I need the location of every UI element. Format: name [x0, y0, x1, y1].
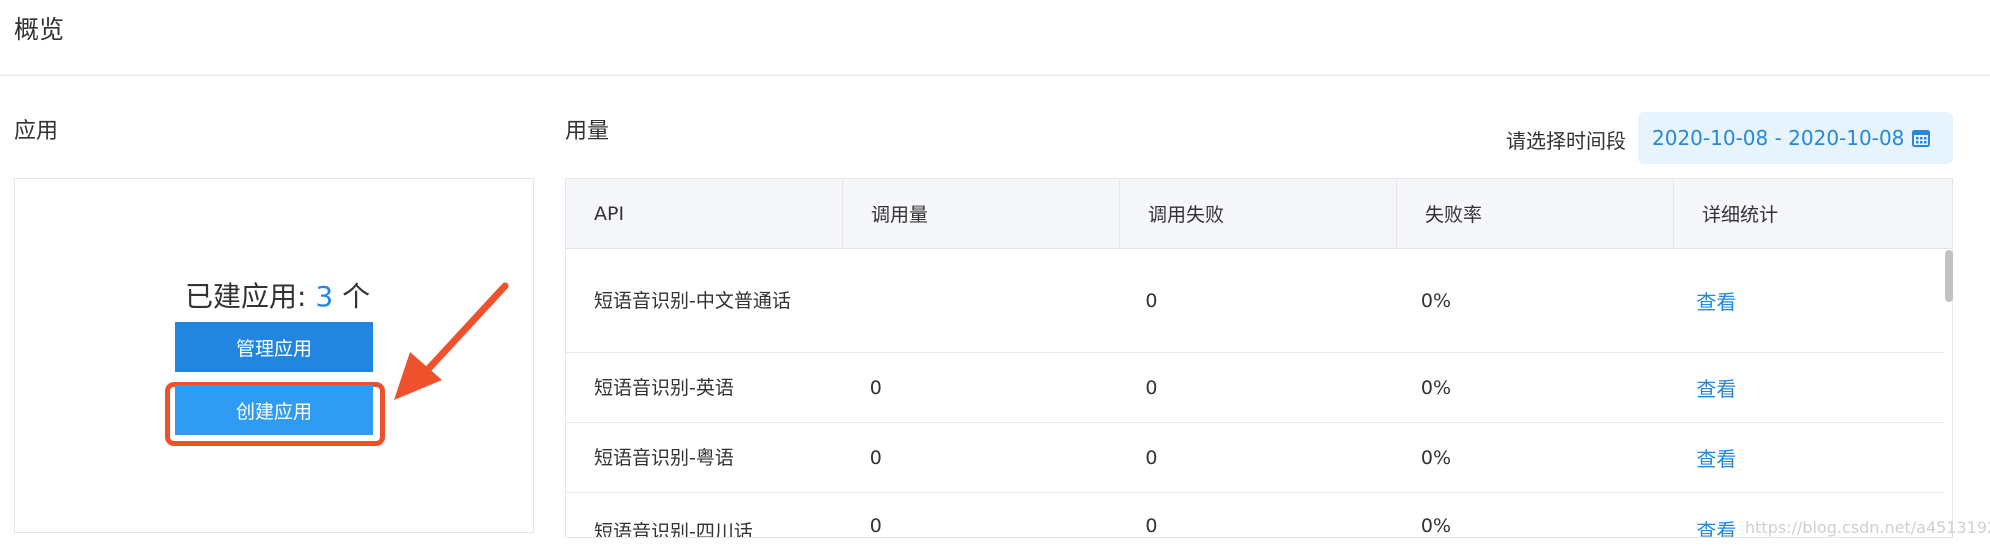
- header-divider: [0, 75, 1990, 76]
- api-name-cell: 短语音识别-中文普通话: [594, 289, 791, 312]
- rate-cell: 0%: [1420, 515, 1452, 537]
- column-header-api: API: [566, 179, 843, 248]
- calendar-icon: [1912, 130, 1931, 147]
- failed-cell: 0: [1145, 289, 1158, 312]
- failed-cell: 0: [1145, 515, 1158, 537]
- rate-cell: 0%: [1420, 376, 1452, 399]
- calls-cell: [842, 249, 1118, 352]
- watermark: https://blog.csdn.net/a451319296: [1745, 518, 1990, 537]
- calls-cell: 0: [869, 515, 882, 537]
- table-row: 短语音识别-英语 0 0 0% 查看: [566, 353, 1944, 423]
- app-count-value: 3: [315, 280, 334, 313]
- table-row: 短语音识别-粤语 0 0 0% 查看: [566, 423, 1944, 493]
- app-count-label: 已建应用:: [185, 280, 307, 313]
- column-header-failed: 调用失败: [1120, 179, 1397, 248]
- date-range-label: 请选择时间段: [1506, 129, 1626, 153]
- calls-cell: 0: [869, 446, 882, 469]
- app-count: 已建应用: 3 个: [185, 275, 370, 315]
- app-count-unit: 个: [342, 280, 371, 313]
- apps-section-title: 应用: [14, 119, 59, 144]
- column-header-detail: 详细统计: [1702, 204, 1779, 226]
- date-range-value: 2020-10-08 - 2020-10-08: [1652, 126, 1905, 150]
- page-title: 概览: [14, 15, 65, 44]
- api-name-cell: 短语音识别-英语: [594, 376, 734, 399]
- annotation-arrow-icon: [394, 282, 509, 400]
- column-header-rate: 失败率: [1397, 179, 1674, 248]
- calls-cell: 0: [869, 376, 882, 399]
- table-header: API 调用量 调用失败 失败率 详细统计: [566, 179, 1952, 249]
- date-range-picker[interactable]: 2020-10-08 - 2020-10-08: [1638, 112, 1953, 164]
- create-app-button[interactable]: 创建应用: [175, 385, 373, 435]
- column-header-calls: 调用量: [843, 179, 1120, 248]
- api-name-cell: 短语音识别-粤语: [594, 446, 734, 469]
- table-scrollbar[interactable]: [1945, 250, 1953, 302]
- rate-cell: 0%: [1420, 289, 1452, 312]
- api-name-cell: 短语音识别-四川话: [594, 521, 753, 538]
- failed-cell: 0: [1145, 376, 1158, 399]
- view-detail-link[interactable]: 查看: [1668, 353, 1944, 422]
- view-detail-link[interactable]: 查看: [1668, 423, 1944, 492]
- usage-section-title: 用量: [565, 119, 610, 144]
- rate-cell: 0%: [1420, 446, 1452, 469]
- overview-page: 概览 应用 用量 已建应用: 3 个 管理应用 创建应用 请选择时间段 2020…: [0, 0, 1990, 548]
- table-row: 短语音识别-中文普通话 0 0% 查看: [566, 249, 1944, 353]
- view-detail-link[interactable]: 查看: [1668, 249, 1944, 352]
- table-row: 短语音识别-四川话 0 0 0% 查看: [566, 493, 1944, 538]
- manage-apps-button[interactable]: 管理应用: [175, 322, 373, 372]
- usage-table: API 调用量 调用失败 失败率 详细统计 短语音识别-中文普通话 0 0% 查…: [565, 178, 1953, 538]
- failed-cell: 0: [1145, 446, 1158, 469]
